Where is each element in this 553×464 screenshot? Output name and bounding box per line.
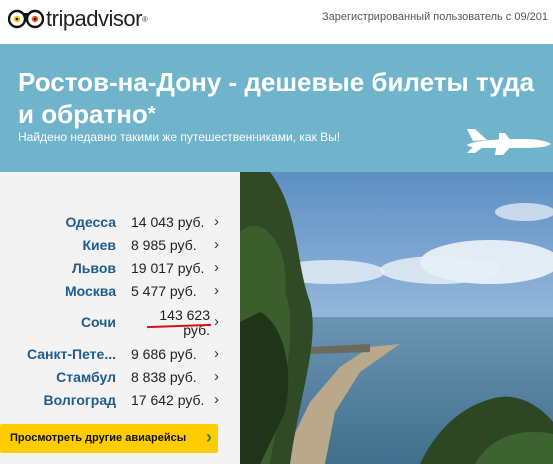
- destination-photo: [240, 172, 553, 464]
- destination-city[interactable]: Москва: [65, 283, 116, 299]
- destination-price: 8 985 руб.: [131, 237, 197, 253]
- more-flights-button[interactable]: Просмотреть другие авиарейсы ›: [0, 424, 218, 453]
- destination-row[interactable]: Одесса 14 043 руб. ›: [0, 212, 240, 234]
- destinations-list: Одесса 14 043 руб. › Киев 8 985 руб. › Л…: [0, 172, 240, 464]
- chevron-right-icon[interactable]: ›: [214, 213, 219, 230]
- title-line-2-text: и обратно: [18, 99, 148, 129]
- destination-city[interactable]: Одесса: [65, 214, 116, 230]
- destination-price: 5 477 руб.: [131, 283, 197, 299]
- destination-row[interactable]: Стамбул 8 838 руб. ›: [0, 367, 240, 389]
- destination-city[interactable]: Киев: [82, 237, 116, 253]
- tripadvisor-logo[interactable]: tripadvisor ®: [8, 6, 148, 32]
- destination-row[interactable]: Киев 8 985 руб. ›: [0, 235, 240, 257]
- owl-logo-icon: [8, 9, 44, 29]
- title-asterisk: *: [147, 103, 156, 125]
- more-flights-label: Просмотреть другие авиарейсы: [10, 432, 187, 444]
- price-amount: 143 623: [159, 307, 210, 323]
- chevron-right-icon[interactable]: ›: [214, 282, 219, 299]
- destination-row[interactable]: Львов 19 017 руб. ›: [0, 258, 240, 280]
- chevron-right-icon[interactable]: ›: [214, 259, 219, 276]
- title-line-2: и обратно*: [18, 98, 553, 130]
- destination-city[interactable]: Волгоград: [44, 392, 116, 408]
- subtitle: Найдено недавно такими же путешественник…: [18, 130, 341, 144]
- hero-banner: Ростов-на-Дону - дешевые билеты туда и о…: [0, 44, 553, 172]
- chevron-right-icon: ›: [206, 427, 212, 447]
- header: tripadvisor ® Зарегистрированный пользова…: [0, 0, 553, 44]
- chevron-right-icon[interactable]: ›: [214, 236, 219, 253]
- destination-price: 9 686 руб.: [131, 346, 197, 362]
- destination-city[interactable]: Сочи: [81, 314, 116, 330]
- destination-price: 14 043 руб.: [131, 214, 205, 230]
- destination-city[interactable]: Санкт-Пете...: [27, 346, 116, 362]
- destination-row[interactable]: Санкт-Пете... 9 686 руб. ›: [0, 344, 240, 366]
- chevron-right-icon[interactable]: ›: [214, 391, 219, 408]
- destination-price: 143 623 руб.: [150, 308, 210, 338]
- destination-row[interactable]: Сочи 143 623 руб. ›: [0, 308, 240, 348]
- destination-row[interactable]: Москва 5 477 руб. ›: [0, 281, 240, 303]
- title-line-1: Ростов-на-Дону - дешевые билеты туда: [18, 67, 535, 97]
- destination-price: 19 017 руб.: [131, 260, 205, 276]
- logo-registered-mark: ®: [141, 14, 148, 24]
- registered-user-text: Зарегистрированный пользователь с 09/201: [322, 11, 548, 23]
- chevron-right-icon[interactable]: ›: [214, 313, 219, 330]
- destination-city[interactable]: Стамбул: [56, 369, 116, 385]
- page-title: Ростов-на-Дону - дешевые билеты туда и о…: [18, 66, 553, 130]
- logo-text: tripadvisor: [46, 6, 142, 31]
- chevron-right-icon[interactable]: ›: [214, 345, 219, 362]
- airplane-icon: [467, 129, 551, 155]
- destination-row[interactable]: Волгоград 17 642 руб. ›: [0, 390, 240, 412]
- chevron-right-icon[interactable]: ›: [214, 368, 219, 385]
- destination-price: 17 642 руб.: [131, 392, 205, 408]
- destination-city[interactable]: Львов: [72, 260, 116, 276]
- destination-price: 8 838 руб.: [131, 369, 197, 385]
